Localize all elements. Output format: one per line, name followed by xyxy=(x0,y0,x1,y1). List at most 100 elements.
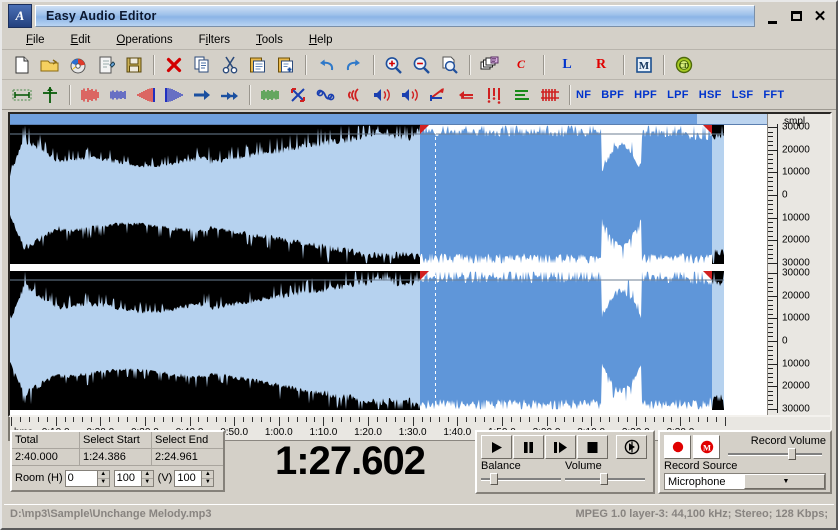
channel-right-icon[interactable]: R xyxy=(587,57,615,73)
stop-button[interactable] xyxy=(577,435,608,459)
menu-file[interactable]: FFileile xyxy=(26,34,45,46)
open-media-icon[interactable] xyxy=(64,52,91,78)
pitch-shift-icon[interactable] xyxy=(480,82,507,108)
equalizer-icon[interactable] xyxy=(256,82,283,108)
channel-left-waveform[interactable] xyxy=(10,125,767,264)
balance-slider[interactable] xyxy=(481,473,565,485)
channel-right-waveform[interactable] xyxy=(10,271,767,410)
filter-lpf-button[interactable]: LPF xyxy=(667,89,689,101)
record-top-row: M Record Volume xyxy=(664,435,826,460)
record-mono-button[interactable]: M xyxy=(693,435,720,459)
amplitude-minor-tick xyxy=(768,190,773,191)
vibrato-icon[interactable] xyxy=(396,82,423,108)
filter-bpf-button[interactable]: BPF xyxy=(601,89,624,101)
ruler-minor-tick xyxy=(645,417,646,422)
chevron-down-icon[interactable]: ▼ xyxy=(744,474,825,489)
room-h1-input[interactable] xyxy=(65,470,97,487)
cd-burn-icon[interactable]: CD xyxy=(670,52,697,78)
amplify-icon[interactable] xyxy=(76,82,103,108)
insert-silence-icon[interactable] xyxy=(188,82,215,108)
amplitude-tick-label: 30000 xyxy=(782,404,810,415)
volume-slider[interactable] xyxy=(565,473,649,485)
menu-filters[interactable]: Filters xyxy=(199,34,230,46)
save-file-icon[interactable] xyxy=(120,52,147,78)
menu-help[interactable]: Help xyxy=(309,34,333,46)
pause-button[interactable] xyxy=(513,435,544,459)
paste-insert-icon[interactable] xyxy=(272,52,299,78)
balance-thumb[interactable] xyxy=(490,473,498,485)
room-v-stepper[interactable]: ▲▼ xyxy=(174,470,214,487)
waveform-view[interactable]: smpl 30000200001000001000020000300003000… xyxy=(8,112,832,417)
info-value-row: 2:40.000 1:24.386 2:24.961 xyxy=(12,449,223,466)
split-at-cursor-icon[interactable] xyxy=(36,82,63,108)
play-button[interactable] xyxy=(481,435,512,459)
ruler-major-tick xyxy=(502,417,503,426)
zoom-selection-icon[interactable] xyxy=(436,52,463,78)
room-v-input[interactable] xyxy=(174,470,201,487)
undo-icon[interactable] xyxy=(312,52,339,78)
record-volume-slider[interactable] xyxy=(728,448,826,460)
echo-icon[interactable] xyxy=(340,82,367,108)
channel-c-icon[interactable]: C xyxy=(507,57,535,72)
amplitude-minor-tick xyxy=(768,213,773,214)
close-icon[interactable]: ✕ xyxy=(809,6,831,26)
record-panel: M Record Volume Record Source Microphone… xyxy=(658,430,832,494)
volume-thumb[interactable] xyxy=(600,473,608,485)
mono-mix-icon[interactable]: M xyxy=(630,52,657,78)
delete-icon[interactable] xyxy=(160,52,187,78)
menu-edit[interactable]: Edit xyxy=(71,34,91,46)
flanger-icon[interactable] xyxy=(424,82,451,108)
open-file-icon[interactable] xyxy=(36,52,63,78)
room-h2-stepper[interactable]: ▲▼ xyxy=(114,470,154,487)
swap-channels-icon[interactable] xyxy=(284,82,311,108)
window-title: Easy Audio Editor xyxy=(46,9,157,23)
maximize-icon[interactable] xyxy=(785,6,807,26)
room-h1-arrows[interactable]: ▲▼ xyxy=(97,470,110,487)
invert-icon[interactable] xyxy=(312,82,339,108)
select-end-header: Select End xyxy=(152,432,223,449)
select-end-value[interactable]: 2:24.961 xyxy=(152,449,223,466)
copy-icon[interactable] xyxy=(188,52,215,78)
filter-lsf-button[interactable]: LSF xyxy=(732,89,754,101)
reverse-icon[interactable] xyxy=(452,82,479,108)
amplitude-minor-tick xyxy=(768,327,773,328)
room-v-arrows[interactable]: ▲▼ xyxy=(201,470,214,487)
room-h2-arrows[interactable]: ▲▼ xyxy=(141,470,154,487)
record-volume-thumb[interactable] xyxy=(788,448,796,460)
menu-operations[interactable]: Operations xyxy=(116,34,172,46)
waveform-canvas[interactable] xyxy=(10,114,767,415)
paste-icon[interactable] xyxy=(244,52,271,78)
reverb-icon[interactable] xyxy=(368,82,395,108)
edit-file-icon[interactable] xyxy=(92,52,119,78)
cut-icon[interactable] xyxy=(216,52,243,78)
filter-fft-button[interactable]: FFT xyxy=(763,89,784,101)
select-range-icon[interactable] xyxy=(8,82,35,108)
play-selection-button[interactable] xyxy=(545,435,576,459)
fade-out-icon[interactable] xyxy=(160,82,187,108)
normalize-icon[interactable] xyxy=(104,82,131,108)
menu-tools[interactable]: Tools xyxy=(256,34,283,46)
amplitude-minor-tick xyxy=(768,373,773,374)
batch-convert-icon[interactable] xyxy=(476,52,503,78)
room-h2-input[interactable] xyxy=(114,470,141,487)
filter-hpf-button[interactable]: HPF xyxy=(634,89,657,101)
noise-gate-icon[interactable] xyxy=(508,82,535,108)
new-file-icon[interactable] xyxy=(8,52,35,78)
append-icon[interactable] xyxy=(216,82,243,108)
fade-in-icon[interactable] xyxy=(132,82,159,108)
record-button[interactable] xyxy=(664,435,691,459)
zoom-in-icon[interactable] xyxy=(380,52,407,78)
zoom-out-icon[interactable] xyxy=(408,52,435,78)
minimize-icon[interactable] xyxy=(761,4,783,28)
waveform-overview-strip[interactable] xyxy=(10,114,767,125)
channel-left-icon[interactable]: L xyxy=(553,57,581,73)
redo-icon[interactable] xyxy=(340,52,367,78)
loop-play-button[interactable] xyxy=(616,435,647,459)
amplitude-minor-tick xyxy=(768,395,773,396)
select-start-value[interactable]: 1:24.386 xyxy=(80,449,152,466)
filter-hsf-button[interactable]: HSF xyxy=(699,89,722,101)
record-source-select[interactable]: Microphone ▼ xyxy=(664,473,826,490)
filter-nf-button[interactable]: NF xyxy=(576,89,591,101)
distortion-icon[interactable] xyxy=(536,82,563,108)
room-h1-stepper[interactable]: ▲▼ xyxy=(65,470,110,487)
